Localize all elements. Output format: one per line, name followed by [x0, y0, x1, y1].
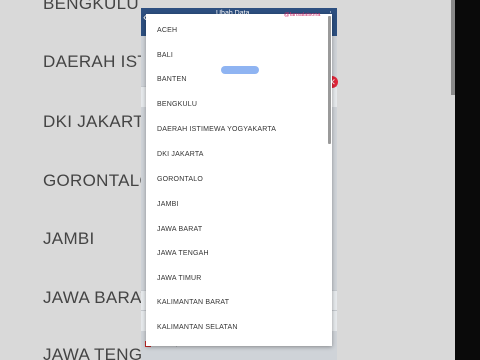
province-dropdown-list: ACEH BALI BANTEN BENGKULU DAERAH ISTIMEW… [146, 14, 332, 346]
bg-item-jawa-barat: JAWA BARAT [43, 288, 152, 307]
bg-item-gorontalo: GORONTALO [43, 171, 154, 190]
background-scrollbar [451, 0, 455, 95]
right-dark-strip [455, 0, 480, 360]
bg-item-jawa-tengah: JAWA TENGA [43, 345, 155, 360]
dropdown-option[interactable]: BALI [157, 52, 173, 59]
dropdown-option[interactable]: ACEH [157, 27, 177, 34]
dropdown-option[interactable]: BENGKULU [157, 101, 197, 108]
dropdown-scrollbar[interactable] [328, 16, 331, 144]
bg-item-jambi: JAMBI [43, 229, 95, 248]
dropdown-option[interactable]: JAMBI [157, 201, 179, 208]
dropdown-option[interactable]: DKI JAKARTA [157, 151, 204, 158]
watermark: @fansalaisona [284, 12, 321, 18]
dropdown-option[interactable]: BANTEN [157, 76, 187, 83]
dropdown-option[interactable]: JAWA TENGAH [157, 250, 209, 257]
dropdown-option[interactable]: KALIMANTAN BARAT [157, 299, 229, 306]
dropdown-option[interactable]: DAERAH ISTIMEWA YOGYAKARTA [157, 126, 276, 133]
bg-item-dki: DKI JAKARTA [43, 112, 155, 131]
dropdown-option[interactable]: KALIMANTAN SELATAN [157, 324, 238, 331]
bg-item-bengkulu: BENGKULU [43, 0, 139, 13]
loading-indicator [221, 66, 259, 74]
dropdown-option[interactable]: JAWA BARAT [157, 226, 202, 233]
dropdown-option[interactable]: JAWA TIMUR [157, 275, 202, 282]
dropdown-option[interactable]: GORONTALO [157, 176, 203, 183]
